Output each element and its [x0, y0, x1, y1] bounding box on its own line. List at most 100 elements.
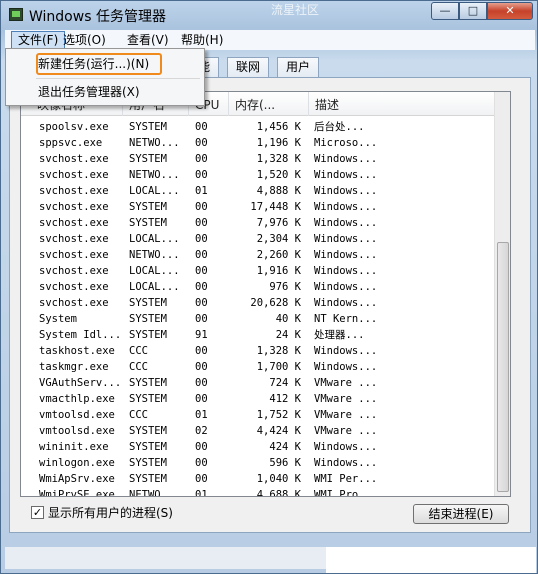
table-row[interactable]: svchost.exe SYSTEM 00 17,448 K Windows... — [21, 199, 495, 215]
column-memory[interactable]: 内存(... — [229, 92, 309, 116]
table-row[interactable]: System Idl... SYSTEM 91 24 K 处理器... — [21, 327, 495, 343]
process-user-cell: NETWO... — [129, 489, 180, 497]
process-cpu-cell: 01 — [195, 489, 208, 497]
table-row[interactable]: svchost.exe LOCAL... 00 976 K Windows... — [21, 279, 495, 295]
table-row[interactable]: spoolsv.exe SYSTEM 00 1,456 K 后台处... — [21, 119, 495, 135]
tab-networking[interactable]: 联网 — [227, 57, 270, 77]
process-memory-cell: 1,916 K — [256, 265, 301, 277]
vertical-scrollbar[interactable] — [494, 92, 510, 496]
table-row[interactable]: wininit.exe SYSTEM 00 424 K Windows... — [21, 439, 495, 455]
process-user-cell: SYSTEM — [129, 201, 167, 213]
process-cpu-cell: 00 — [195, 377, 208, 389]
process-user-cell: NETWO... — [129, 249, 180, 261]
column-description[interactable]: 描述 — [309, 92, 495, 116]
process-memory-cell: 4,424 K — [256, 425, 301, 437]
process-cpu-cell: 00 — [195, 457, 208, 469]
table-row[interactable]: vmtoolsd.exe SYSTEM 02 4,424 K VMware ... — [21, 423, 495, 439]
process-user-cell: SYSTEM — [129, 441, 167, 453]
process-name-cell: spoolsv.exe — [39, 121, 109, 133]
process-user-cell: SYSTEM — [129, 329, 167, 341]
process-memory-cell: 1,040 K — [256, 473, 301, 485]
process-description-cell: VMware ... — [314, 425, 378, 437]
watermark: 流星社区 — [271, 3, 320, 17]
show-all-users-checkbox[interactable]: ✓ — [31, 506, 44, 519]
title-bar[interactable]: Windows 任务管理器 流星社区 — □ ✕ — [1, 1, 537, 29]
table-row[interactable]: VGAuthServ... SYSTEM 00 724 K VMware ... — [21, 375, 495, 391]
process-description-cell: Windows... — [314, 201, 378, 213]
process-cpu-cell: 00 — [195, 121, 208, 133]
process-description-cell: Windows... — [314, 441, 378, 453]
process-description-cell: Windows... — [314, 185, 378, 197]
table-row[interactable]: svchost.exe SYSTEM 00 1,328 K Windows... — [21, 151, 495, 167]
process-description-cell: Windows... — [314, 457, 378, 469]
table-row[interactable]: WmiApSrv.exe SYSTEM 00 1,040 K WMI Per... — [21, 471, 495, 487]
process-memory-cell: 1,328 K — [256, 153, 301, 165]
table-row[interactable]: vmacthlp.exe SYSTEM 00 412 K VMware ... — [21, 391, 495, 407]
table-row[interactable]: vmtoolsd.exe CCC 01 1,752 K VMware ... — [21, 407, 495, 423]
process-memory-cell: 4,688 K — [256, 489, 301, 497]
process-memory-cell: 412 K — [269, 393, 301, 405]
maximize-button[interactable]: □ — [459, 2, 487, 20]
table-row[interactable]: svchost.exe NETWO... 00 2,260 K Windows... — [21, 247, 495, 263]
menu-separator — [36, 78, 200, 79]
process-memory-cell: 724 K — [269, 377, 301, 389]
menu-options[interactable]: 选项(O) — [57, 31, 112, 49]
table-row[interactable]: WmiPrvSE.exe NETWO... 01 4,688 K WMI Pro... — [21, 487, 495, 497]
process-user-cell: SYSTEM — [129, 297, 167, 309]
process-description-cell: WMI Pro... — [314, 489, 378, 497]
process-description-cell: Microso... — [314, 137, 378, 149]
process-name-cell: sppsvc.exe — [39, 137, 103, 149]
menu-new-task[interactable]: 新建任务(运行...)(N) — [10, 53, 200, 75]
process-user-cell: SYSTEM — [129, 217, 167, 229]
process-description-cell: Windows... — [314, 169, 378, 181]
table-row[interactable]: taskhost.exe CCC 00 1,328 K Windows... — [21, 343, 495, 359]
process-name-cell: WmiPrvSE.exe — [39, 489, 115, 497]
menu-exit[interactable]: 退出任务管理器(X) — [10, 81, 200, 103]
table-row[interactable]: svchost.exe NETWO... 00 1,520 K Windows... — [21, 167, 495, 183]
process-memory-cell: 1,456 K — [256, 121, 301, 133]
process-name-cell: VGAuthServ... — [39, 377, 122, 389]
process-cpu-cell: 91 — [195, 329, 208, 341]
close-button[interactable]: ✕ — [487, 2, 533, 20]
process-memory-cell: 596 K — [269, 457, 301, 469]
process-user-cell: SYSTEM — [129, 153, 167, 165]
minimize-button[interactable]: — — [431, 2, 459, 20]
process-memory-cell: 20,628 K — [250, 297, 301, 309]
scrollbar-thumb[interactable] — [497, 242, 509, 492]
process-cpu-cell: 00 — [195, 441, 208, 453]
table-row[interactable]: svchost.exe SYSTEM 00 20,628 K Windows... — [21, 295, 495, 311]
process-cpu-cell: 00 — [195, 281, 208, 293]
process-memory-cell: 2,260 K — [256, 249, 301, 261]
process-memory-cell: 7,976 K — [256, 217, 301, 229]
table-row[interactable]: System SYSTEM 00 40 K NT Kern... — [21, 311, 495, 327]
process-description-cell: 处理器... — [314, 329, 365, 341]
process-memory-cell: 1,752 K — [256, 409, 301, 421]
menu-view[interactable]: 查看(V) — [121, 31, 175, 49]
process-name-cell: vmtoolsd.exe — [39, 409, 115, 421]
process-cpu-cell: 00 — [195, 345, 208, 357]
process-cpu-cell: 00 — [195, 169, 208, 181]
process-memory-cell: 2,304 K — [256, 233, 301, 245]
table-row[interactable]: svchost.exe SYSTEM 00 7,976 K Windows... — [21, 215, 495, 231]
process-user-cell: CCC — [129, 345, 148, 357]
process-cpu-cell: 00 — [195, 297, 208, 309]
menu-help[interactable]: 帮助(H) — [175, 31, 229, 49]
process-user-cell: SYSTEM — [129, 425, 167, 437]
table-row[interactable]: sppsvc.exe NETWO... 00 1,196 K Microso... — [21, 135, 495, 151]
process-cpu-cell: 00 — [195, 393, 208, 405]
table-row[interactable]: svchost.exe LOCAL... 00 2,304 K Windows... — [21, 231, 495, 247]
process-user-cell: SYSTEM — [129, 121, 167, 133]
process-cpu-cell: 00 — [195, 265, 208, 277]
process-list[interactable]: 映像名称 用户名 CPU 内存(... 描述 spoolsv.exeSYSTEM… — [20, 91, 511, 497]
table-row[interactable]: svchost.exe LOCAL... 01 4,888 K Windows... — [21, 183, 495, 199]
process-description-cell: WMI Per... — [314, 473, 378, 485]
tab-users[interactable]: 用户 — [277, 57, 320, 77]
table-row[interactable]: svchost.exe LOCAL... 00 1,916 K Windows... — [21, 263, 495, 279]
process-user-cell: LOCAL... — [129, 265, 180, 277]
table-row[interactable]: winlogon.exe SYSTEM 00 596 K Windows... — [21, 455, 495, 471]
process-memory-cell: 1,328 K — [256, 345, 301, 357]
table-row[interactable]: taskmgr.exe CCC 00 1,700 K Windows... — [21, 359, 495, 375]
process-cpu-cell: 00 — [195, 313, 208, 325]
end-process-button[interactable]: 结束进程(E) — [413, 504, 509, 524]
process-cpu-cell: 02 — [195, 425, 208, 437]
